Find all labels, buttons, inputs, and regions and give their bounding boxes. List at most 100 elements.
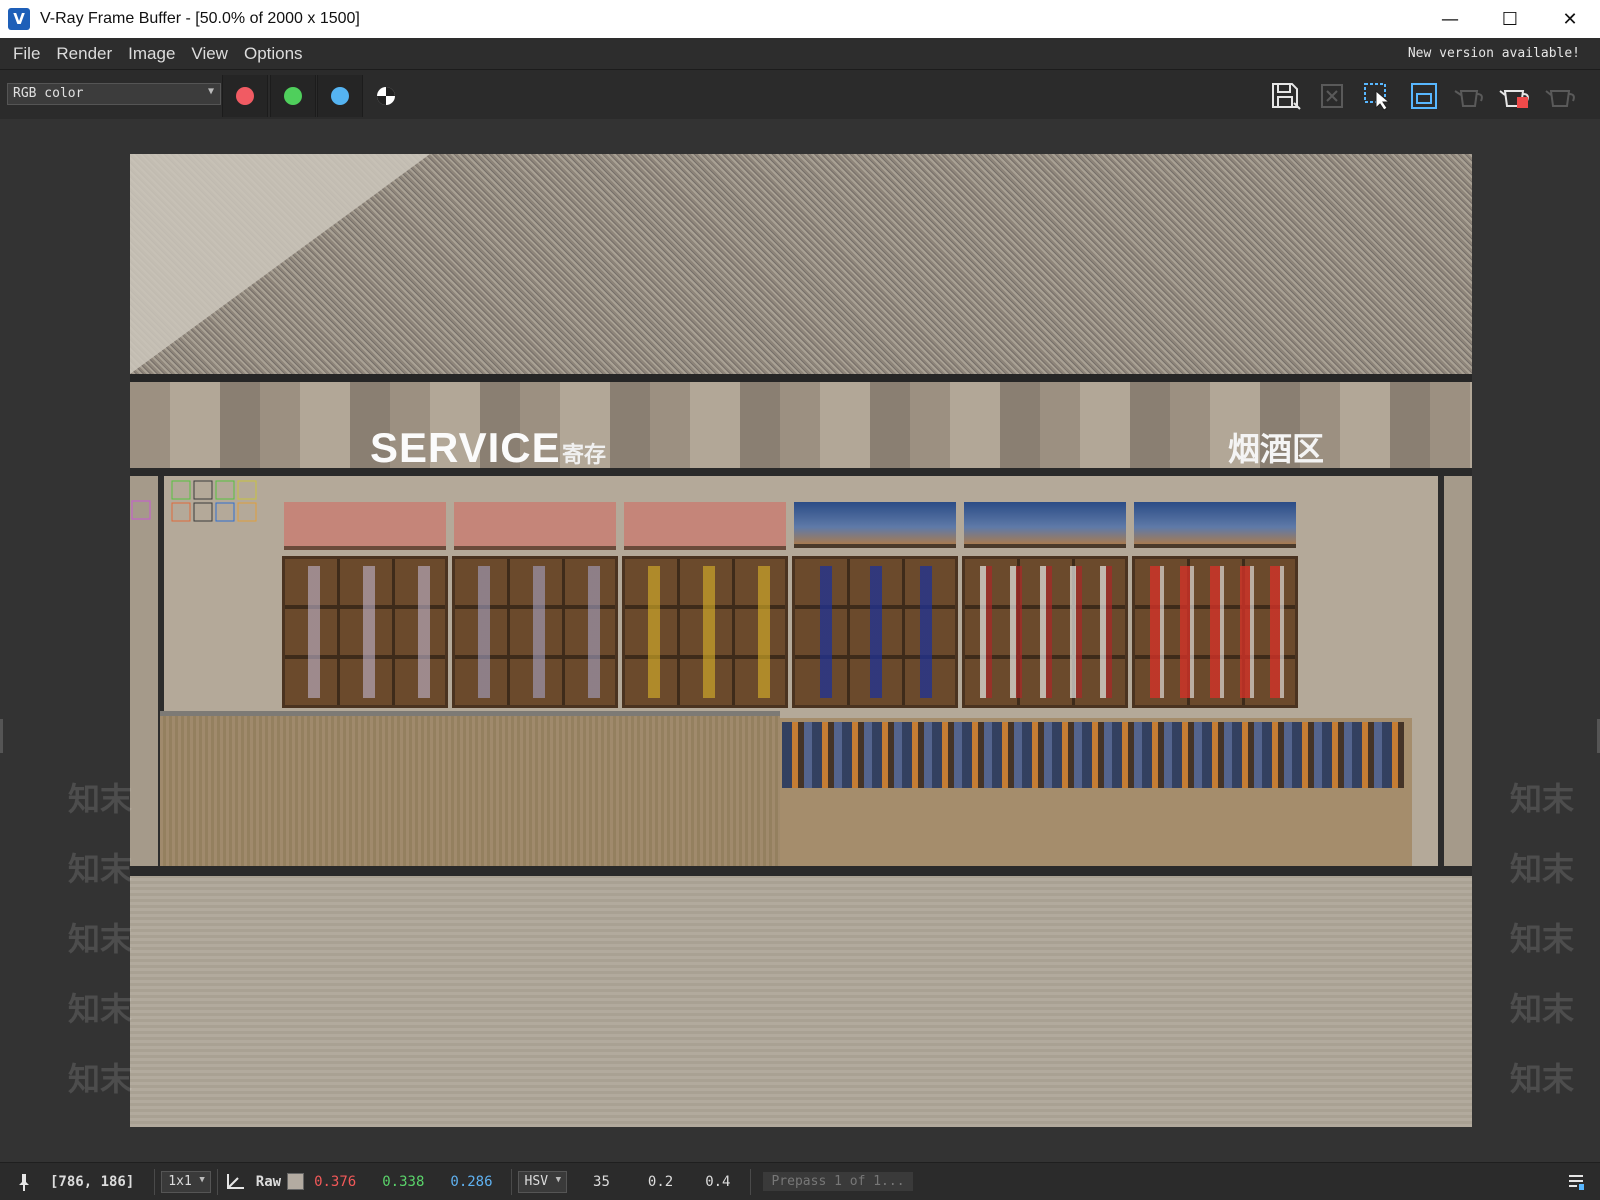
red-dot-icon [236, 87, 254, 105]
blue-dot-icon [331, 87, 349, 105]
chevron-down-icon: ▼ [199, 1174, 205, 1185]
watermark: 知末 [68, 1060, 133, 1098]
teapot-stop-icon [1499, 90, 1529, 108]
watermark: 知末 [68, 920, 133, 958]
render-floor-line [130, 866, 1472, 876]
maximize-button[interactable]: ☐ [1480, 0, 1540, 38]
stop-render-button[interactable] [1498, 80, 1534, 112]
chevron-down-icon: ▼ [207, 86, 214, 97]
watermark: 知末 [68, 990, 133, 1028]
render-shelf-header [1134, 502, 1296, 548]
render-shelf-header [964, 502, 1126, 548]
zoom-select[interactable]: 1x1 ▼ [161, 1170, 211, 1193]
blue-value: 0.286 [450, 1173, 493, 1190]
menu-view[interactable]: View [183, 44, 236, 64]
pixel-color-swatch [287, 1173, 305, 1190]
watermark: 知末 [1510, 780, 1575, 818]
render-shelf-header [794, 502, 956, 548]
toolbar: RGB color ▼ [0, 71, 1600, 119]
region-render-icon [1364, 83, 1391, 111]
region-render-button[interactable] [1360, 80, 1396, 112]
color-mode: Raw [255, 1173, 282, 1190]
hue-value: 35 [593, 1173, 610, 1190]
window-controls: — ☐ ✕ [1420, 0, 1600, 38]
watermark: 知末 [1510, 850, 1575, 888]
color-space-value: HSV [524, 1173, 549, 1189]
zoom-select-value: 1x1 [168, 1173, 192, 1189]
corner-icon[interactable] [224, 1172, 246, 1192]
separator [216, 1168, 218, 1195]
teapot-icon [1454, 90, 1483, 107]
clear-image-button[interactable] [1314, 80, 1350, 112]
render-last-button[interactable] [1452, 80, 1488, 112]
window-title: V-Ray Frame Buffer - [50.0% of 2000 x 15… [40, 10, 360, 27]
menu-image[interactable]: Image [120, 44, 183, 64]
title-bar: V V-Ray Frame Buffer - [50.0% of 2000 x … [0, 0, 1600, 38]
render-goods [970, 566, 1120, 698]
render-goods [290, 566, 440, 698]
save-button[interactable] [1268, 80, 1304, 112]
separator [750, 1168, 752, 1195]
pin-icon[interactable] [14, 1172, 36, 1192]
chevron-down-icon: ▼ [555, 1174, 562, 1185]
status-bar: [786, 186] 1x1 ▼ Raw 0.376 0.338 0.286 H… [0, 1162, 1600, 1200]
watermark: 知末 [68, 780, 133, 818]
menu-file[interactable]: File [0, 44, 48, 64]
image-viewport[interactable]: SERVICE 寄存 烟酒区 知末 知末 知末 知末 知末 知末 知末 知末 知… [0, 119, 1600, 1162]
new-version-link[interactable]: New version available! [1408, 46, 1580, 61]
save-icon [1272, 83, 1301, 110]
menu-render[interactable]: Render [48, 44, 120, 64]
render-shelf-header [454, 502, 616, 550]
watermark: 知末 [68, 850, 133, 888]
render-sign-liquor: 烟酒区 [1228, 430, 1325, 468]
green-value: 0.338 [382, 1173, 425, 1190]
render-floor [130, 876, 1472, 1127]
render-shelf-header [624, 502, 786, 550]
separator [154, 1168, 156, 1195]
channel-select[interactable]: RGB color ▼ [7, 83, 221, 105]
render-ceiling-light [130, 154, 430, 374]
watermark: 知末 [1510, 1060, 1575, 1098]
render-shelf-header [284, 502, 446, 550]
track-mouse-button[interactable] [1406, 80, 1442, 112]
rendered-image[interactable]: SERVICE 寄存 烟酒区 [130, 154, 1472, 1127]
render-goods [1140, 566, 1290, 698]
menu-bar: File Render Image View Options New versi… [0, 38, 1600, 70]
saturation-value: 0.2 [647, 1173, 674, 1190]
watermark: 知末 [1510, 920, 1575, 958]
separator [510, 1168, 512, 1195]
alpha-icon [377, 87, 395, 105]
close-button[interactable]: ✕ [1540, 0, 1600, 38]
color-space-select[interactable]: HSV ▼ [517, 1170, 568, 1193]
green-channel-button[interactable] [270, 75, 316, 117]
red-value: 0.376 [314, 1173, 357, 1190]
render-sign-service-cn: 寄存 [562, 443, 607, 468]
render-post-right [1438, 476, 1444, 866]
channel-select-value: RGB color [13, 86, 84, 101]
minimize-button[interactable]: — [1420, 0, 1480, 38]
render-goods [800, 566, 950, 698]
vray-app-icon: V [8, 8, 30, 30]
render-counter-left [160, 711, 780, 866]
render-bucket-markers [131, 480, 257, 522]
pixel-coordinates: [786, 186] [50, 1173, 135, 1190]
menu-options[interactable]: Options [236, 44, 311, 64]
render-beam [130, 374, 1472, 382]
render-goods [460, 566, 610, 698]
clear-image-icon [1321, 84, 1343, 108]
watermark: 知末 [1510, 990, 1575, 1028]
blue-channel-button[interactable] [317, 75, 363, 117]
render-goods [630, 566, 780, 698]
teapot-render-icon [1545, 90, 1575, 107]
left-panel-handle[interactable] [0, 719, 3, 753]
alpha-channel-button[interactable] [363, 75, 409, 117]
value-value: 0.4 [705, 1173, 731, 1190]
render-sign-service: SERVICE [370, 424, 561, 471]
green-dot-icon [284, 87, 302, 105]
render-button[interactable] [1544, 80, 1580, 112]
log-icon[interactable] [1566, 1172, 1586, 1192]
frame-icon [1411, 83, 1437, 109]
render-cigarette-rack [782, 722, 1404, 788]
render-progress: Prepass 1 of 1... [763, 1172, 913, 1191]
red-channel-button[interactable] [222, 75, 268, 117]
